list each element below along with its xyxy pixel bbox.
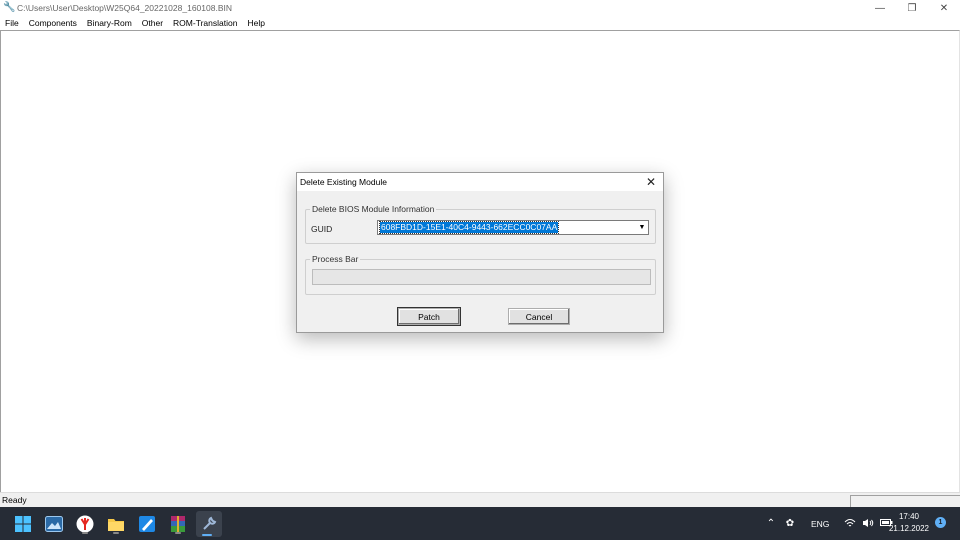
menu-rom-translation[interactable]: ROM-Translation [168,18,242,28]
guid-value[interactable]: 608FBD1D-15E1-40C4-9443-662ECC0C07AA [378,221,560,234]
file-explorer-icon[interactable] [105,513,127,535]
photos-icon[interactable] [43,513,65,535]
menu-other[interactable]: Other [137,18,168,28]
wifi-icon[interactable] [843,518,857,530]
menu-file[interactable]: File [0,18,24,28]
restore-icon[interactable]: ❐ [896,0,928,16]
module-info-group: Delete BIOS Module Information GUID 608F… [305,204,656,244]
title-bar: 🔧 C:\Users\User\Desktop\W25Q64_20221028_… [0,0,960,16]
clock-date: 21.12.2022 [888,524,930,533]
menu-components[interactable]: Components [24,18,82,28]
running-indicator [82,532,88,534]
paint-icon[interactable] [136,513,158,535]
guid-label: GUID [311,224,333,234]
chevron-up-icon[interactable]: ⌃ [764,518,778,529]
status-panel [850,495,960,507]
dialog-title: Delete Existing Module [300,177,387,187]
window-title: C:\Users\User\Desktop\W25Q64_20221028_16… [17,3,232,13]
guid-combobox[interactable]: 608FBD1D-15E1-40C4-9443-662ECC0C07AA ▼ [377,220,649,235]
clock[interactable]: 17:40 21.12.2022 [884,511,934,535]
patch-button[interactable]: Patch [398,308,460,325]
module-info-legend: Delete BIOS Module Information [310,204,437,214]
process-bar-legend: Process Bar [310,254,361,264]
status-text: Ready [2,495,27,505]
dropdown-arrow-icon[interactable]: ▼ [637,222,647,233]
close-icon[interactable]: ✕ [928,0,960,16]
running-indicator [113,532,119,534]
progress-bar [312,269,651,285]
notification-badge[interactable]: 1 [935,517,946,528]
process-bar-group: Process Bar [305,254,656,295]
active-indicator [202,534,212,536]
clock-time: 17:40 [898,512,920,521]
start-icon[interactable] [12,513,34,535]
earbuds-icon[interactable]: ✿ [781,518,799,529]
running-indicator [175,532,181,534]
menu-bar: File Components Binary-Rom Other ROM-Tra… [0,16,960,30]
status-bar: Ready [0,492,960,507]
yandex-browser-icon[interactable] [74,513,96,535]
dialog-title-bar: Delete Existing Module ✕ [297,173,663,191]
winrar-icon[interactable] [167,513,189,535]
wrench-app-icon: 🔧 [3,2,16,13]
cancel-button[interactable]: Cancel [508,308,570,325]
system-tray: ⌃ ✿ ENG [764,507,893,540]
window-controls: — ❐ ✕ [864,0,960,16]
menu-help[interactable]: Help [242,18,269,28]
delete-module-dialog: Delete Existing Module ✕ Delete BIOS Mod… [296,172,664,333]
dialog-close-icon[interactable]: ✕ [643,174,659,190]
tool-icon[interactable] [196,511,222,537]
volume-icon[interactable] [861,518,875,530]
language-indicator[interactable]: ENG [811,519,837,529]
minimize-icon[interactable]: — [864,0,896,16]
menu-binary-rom[interactable]: Binary-Rom [82,18,137,28]
